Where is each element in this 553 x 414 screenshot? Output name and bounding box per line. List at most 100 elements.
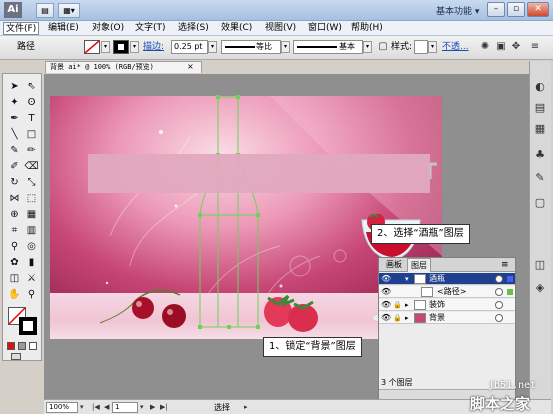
expand-arrow-icon[interactable]: ▸	[405, 312, 413, 324]
fill-dropdown[interactable]: ▾	[101, 41, 110, 53]
recolor-artwork-icon[interactable]: ✺	[478, 40, 492, 54]
control-panel-menu-icon[interactable]: ≡	[528, 40, 542, 54]
bottle-path-selection[interactable]	[194, 95, 274, 335]
tab-layers[interactable]: 图层	[407, 258, 431, 272]
width-tool-icon[interactable]: ⋈	[7, 192, 22, 206]
artboard-number-field[interactable]: 1	[112, 402, 138, 413]
scale-tool-icon[interactable]: ⤡	[24, 176, 39, 190]
color-panel-icon[interactable]: ◐	[533, 80, 547, 94]
direct-selection-tool-icon[interactable]: ⇖	[24, 80, 39, 94]
style-swatch[interactable]	[414, 40, 428, 54]
bridge-icon[interactable]: ▤	[36, 3, 54, 18]
layer-row-decoration[interactable]: 👁 🔒 ▸ 装饰	[379, 299, 515, 311]
last-artboard-icon[interactable]: ▶|	[160, 402, 168, 413]
opacity-label[interactable]: 不透...	[442, 42, 469, 53]
fill-swatch[interactable]	[84, 40, 100, 54]
layer-target-icon[interactable]	[495, 288, 503, 296]
artboards-icon[interactable]: ◫	[533, 258, 547, 272]
hand-tool-icon[interactable]: ✋	[7, 288, 22, 302]
slice-tool-icon[interactable]: ⚔	[24, 272, 39, 286]
lasso-tool-icon[interactable]: ʘ	[24, 96, 39, 110]
symbols-icon[interactable]: ♣	[533, 148, 547, 162]
align-icon[interactable]: ▣	[494, 40, 508, 54]
blend-tool-icon[interactable]: ◎	[24, 240, 39, 254]
brushes-icon[interactable]: ✎	[533, 171, 547, 185]
stroke-label[interactable]: 描边:	[143, 42, 164, 53]
arrange-documents-icon[interactable]: ▦▾	[58, 3, 80, 18]
selection-tool-icon[interactable]: ➤	[7, 80, 22, 94]
brush-definition[interactable]: 基本	[293, 40, 363, 54]
symbol-sprayer-tool-icon[interactable]: ✿	[7, 256, 22, 270]
menu-file[interactable]: 文件(F)	[3, 22, 40, 35]
eyedropper-tool-icon[interactable]: ⚲	[7, 240, 22, 254]
previous-artboard-icon[interactable]: ◀	[104, 402, 109, 413]
layer-name[interactable]: 装饰	[429, 299, 445, 311]
variable-width-profile[interactable]: 等比	[221, 40, 281, 54]
color-mode-icon[interactable]	[7, 342, 15, 350]
profile-dropdown[interactable]: ▾	[281, 41, 290, 53]
artboard-tool-icon[interactable]: ◫	[7, 272, 22, 286]
menu-object[interactable]: 对象(O)	[90, 22, 126, 35]
line-tool-icon[interactable]: ╲	[7, 128, 22, 142]
menu-window[interactable]: 窗口(W)	[306, 22, 344, 35]
layer-target-icon[interactable]	[495, 301, 503, 309]
stroke-swatch[interactable]	[113, 40, 129, 54]
perspective-grid-tool-icon[interactable]: ▦	[24, 208, 39, 222]
next-artboard-icon[interactable]: ▶	[150, 402, 155, 413]
expand-arrow-icon[interactable]: ▸	[405, 299, 413, 311]
layer-target-icon[interactable]	[495, 314, 503, 322]
magic-wand-tool-icon[interactable]: ✦	[7, 96, 22, 110]
swatches-icon[interactable]: ▦	[533, 122, 547, 136]
blob-brush-tool-icon[interactable]: ✐	[7, 160, 22, 174]
menu-effect[interactable]: 效果(C)	[219, 22, 254, 35]
pen-tool-icon[interactable]: ✒	[7, 112, 22, 126]
panel-menu-icon[interactable]: ≡	[501, 259, 509, 271]
layers-icon[interactable]: ◈	[533, 281, 547, 295]
status-menu-icon[interactable]: ▸	[244, 402, 248, 413]
shape-builder-tool-icon[interactable]: ⊕	[7, 208, 22, 222]
transform-icon[interactable]: ✥	[509, 40, 523, 54]
workspace-switcher[interactable]: 基本功能 ▾	[436, 4, 479, 17]
layer-target-icon[interactable]	[495, 275, 503, 283]
zoom-dropdown-icon[interactable]: ▾	[80, 402, 84, 413]
document-tab[interactable]: 背景 ai* @ 100% (RGB/预览)	[45, 61, 202, 73]
menu-type[interactable]: 文字(T)	[133, 22, 168, 35]
graphic-style-icon[interactable]: ▢	[376, 40, 390, 54]
rotate-tool-icon[interactable]: ↻	[7, 176, 22, 190]
lock-toggle[interactable]	[393, 274, 402, 284]
stroke-weight-dropdown[interactable]: ▾	[208, 41, 217, 53]
layer-name[interactable]: <路径>	[437, 286, 466, 298]
stroke-color-box[interactable]	[19, 317, 37, 335]
lock-icon[interactable]: 🔒	[393, 300, 402, 310]
artboard-dropdown-icon[interactable]: ▾	[140, 402, 144, 413]
gradient-tool-icon[interactable]: ▥	[24, 224, 39, 238]
zoom-tool-icon[interactable]: ⚲	[24, 288, 39, 302]
eraser-tool-icon[interactable]: ⌫	[24, 160, 39, 174]
graphic-styles-icon[interactable]: ▢	[533, 196, 547, 210]
gradient-mode-icon[interactable]	[18, 342, 26, 350]
draw-mode-icon[interactable]	[11, 353, 21, 360]
restore-button[interactable]: ▫	[507, 2, 525, 17]
visibility-eye-icon[interactable]: 👁	[381, 313, 391, 323]
layer-name[interactable]: 背景	[429, 312, 445, 324]
free-transform-tool-icon[interactable]: ⬚	[24, 192, 39, 206]
layer-row-bottle[interactable]: 👁 ▾ 酒瓶	[379, 273, 515, 285]
layer-row-path[interactable]: 👁 <路径>	[379, 286, 515, 298]
type-tool-icon[interactable]: T	[24, 112, 39, 126]
menu-edit[interactable]: 编辑(E)	[46, 22, 81, 35]
layer-row-background[interactable]: 👁 🔒 ▸ 背景	[379, 312, 515, 324]
color-guide-icon[interactable]: ▤	[533, 101, 547, 115]
brush-dropdown[interactable]: ▾	[363, 41, 372, 53]
menu-help[interactable]: 帮助(H)	[349, 22, 385, 35]
none-mode-icon[interactable]	[29, 342, 37, 350]
mesh-tool-icon[interactable]: ⌗	[7, 224, 22, 238]
menu-view[interactable]: 视图(V)	[263, 22, 298, 35]
minimize-button[interactable]: –	[487, 2, 505, 17]
layer-name[interactable]: 酒瓶	[429, 273, 445, 285]
first-artboard-icon[interactable]: |◀	[92, 402, 100, 413]
lock-toggle[interactable]	[393, 287, 402, 297]
stroke-weight-field[interactable]: 0.25 pt	[171, 40, 208, 54]
visibility-eye-icon[interactable]: 👁	[381, 274, 391, 284]
expand-arrow-icon[interactable]: ▾	[405, 273, 413, 285]
pencil-tool-icon[interactable]: ✏	[24, 144, 39, 158]
